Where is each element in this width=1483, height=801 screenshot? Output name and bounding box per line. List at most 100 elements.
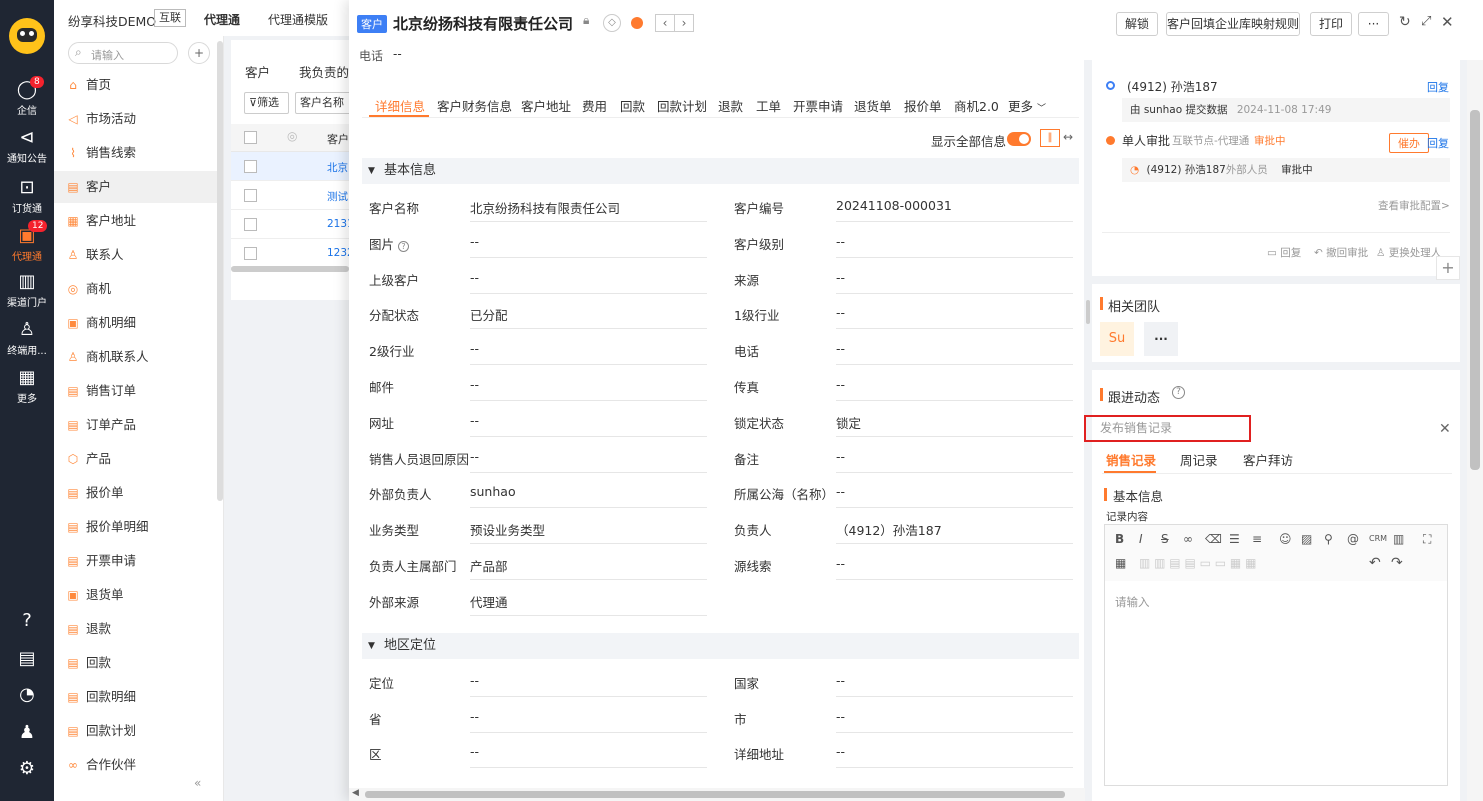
expand-width-icon[interactable]: ↔: [1063, 130, 1073, 144]
settings-icon[interactable]: ⚙: [0, 758, 54, 779]
ordered-list-icon[interactable]: ≡: [1252, 532, 1262, 546]
tab-item[interactable]: 开票申请: [793, 96, 843, 115]
app-logo[interactable]: [9, 18, 45, 54]
field-value[interactable]: --: [836, 673, 1073, 697]
nav-item[interactable]: ♙ 商机联系人: [54, 341, 220, 373]
mention-icon[interactable]: @: [1347, 532, 1359, 546]
collapse-icon[interactable]: «: [194, 776, 201, 790]
nav-item[interactable]: ▤ 报价单明细: [54, 511, 220, 543]
tab-item[interactable]: 回款: [620, 96, 645, 115]
header-tab-template[interactable]: 代理通模版: [268, 11, 328, 28]
field-value[interactable]: --: [836, 744, 1073, 768]
nav-item[interactable]: ▤ 开票申请: [54, 545, 220, 577]
field-value[interactable]: 20241108-000031: [836, 198, 1073, 222]
nav-item[interactable]: ▣ 商机明细: [54, 307, 220, 339]
filter-button[interactable]: ⊽筛选: [244, 92, 289, 114]
nav-search[interactable]: ⌕ 请输入: [68, 42, 178, 64]
h-scrollbar[interactable]: [231, 266, 349, 272]
print-button[interactable]: 打印: [1310, 12, 1352, 36]
lock-icon[interactable]: 🔒︎: [583, 13, 589, 28]
nav-item[interactable]: ◁ 市场活动: [54, 103, 220, 135]
book-icon[interactable]: ▤: [0, 648, 54, 669]
field-value[interactable]: --: [470, 413, 707, 437]
prev-button[interactable]: ‹: [655, 14, 675, 32]
show-all-toggle[interactable]: [1007, 132, 1031, 146]
field-value[interactable]: --: [836, 270, 1073, 294]
add-icon[interactable]: +: [188, 42, 210, 64]
row-checkbox[interactable]: [244, 189, 257, 202]
field-value[interactable]: --: [470, 744, 707, 768]
table-row[interactable]: 1232: [231, 239, 354, 268]
add-float-icon[interactable]: +: [1436, 256, 1460, 280]
tab-item[interactable]: 详细信息: [375, 96, 425, 115]
tab-item[interactable]: 更多 ﹀: [1008, 96, 1046, 115]
rail-item-order[interactable]: ⊡ 订货通: [0, 178, 54, 216]
nav-item[interactable]: ▣ 退货单: [54, 579, 220, 611]
team-more-button[interactable]: ···: [1144, 322, 1178, 356]
table-row[interactable]: 北京: [231, 152, 349, 181]
field-value[interactable]: --: [836, 709, 1073, 733]
field-value[interactable]: --: [470, 377, 707, 401]
link-icon[interactable]: ∞: [1183, 532, 1193, 546]
rail-item-qixin[interactable]: ◯ 企信 8: [0, 76, 54, 117]
nav-item[interactable]: ⌇ 销售线索: [54, 137, 220, 169]
tab-item[interactable]: 回款计划: [657, 96, 707, 115]
field-value[interactable]: --: [836, 341, 1073, 366]
field-value[interactable]: --: [470, 341, 707, 366]
section-region[interactable]: ▼ 地区定位: [362, 633, 1079, 659]
close-compose-icon[interactable]: ✕: [1439, 421, 1451, 437]
tab-item[interactable]: 退货单: [854, 96, 892, 115]
field-value[interactable]: --: [836, 449, 1073, 473]
select-all-checkbox[interactable]: [244, 131, 257, 144]
image-icon[interactable]: ▨: [1301, 532, 1312, 546]
field-value[interactable]: 已分配: [470, 305, 707, 330]
action-withdraw[interactable]: ↶ 撤回审批: [1314, 245, 1368, 260]
field-value[interactable]: --: [470, 234, 707, 258]
field-value[interactable]: 代理通: [470, 592, 707, 616]
unlock-button[interactable]: 解锁: [1116, 12, 1158, 36]
help-circle-icon[interactable]: ?: [398, 240, 409, 252]
nav-item[interactable]: ⌂ 首页: [54, 69, 220, 101]
tab-item[interactable]: 费用: [582, 96, 607, 115]
row-checkbox[interactable]: [244, 160, 257, 173]
nav-item[interactable]: ▤ 销售订单: [54, 375, 220, 407]
bold-icon[interactable]: B: [1115, 532, 1124, 546]
list-tab-customer[interactable]: 客户: [245, 62, 270, 81]
tab-item[interactable]: 客户地址: [521, 96, 571, 115]
nav-item[interactable]: ▤ 客户: [54, 171, 220, 203]
field-value[interactable]: --: [836, 234, 1073, 258]
nav-item[interactable]: ⬡ 产品: [54, 443, 220, 475]
column-layout-icon[interactable]: ‖: [1040, 129, 1060, 147]
nav-item[interactable]: ▤ 退款: [54, 613, 220, 645]
urge-button[interactable]: 催办: [1389, 133, 1429, 153]
tab-item[interactable]: 报价单: [904, 96, 942, 115]
column-select[interactable]: 客户名称: [295, 92, 355, 114]
follow-tab[interactable]: 销售记录: [1106, 450, 1156, 469]
rail-item-more[interactable]: ▦ 更多: [0, 368, 54, 406]
close-icon[interactable]: ✕: [1441, 13, 1454, 31]
italic-icon[interactable]: I: [1139, 532, 1143, 546]
nav-item[interactable]: ▤ 订单产品: [54, 409, 220, 441]
tab-item[interactable]: 客户财务信息: [437, 96, 512, 115]
rail-item-agent[interactable]: ▣ 代理通 12: [0, 220, 54, 263]
table-icon[interactable]: ▦: [1115, 556, 1126, 570]
field-value[interactable]: --: [470, 270, 707, 294]
table-row[interactable]: 测试: [231, 181, 349, 210]
maximize-icon[interactable]: ⤢: [1421, 14, 1431, 29]
crm-icon[interactable]: CRM: [1369, 534, 1387, 543]
follow-tab[interactable]: 周记录: [1180, 450, 1218, 469]
field-value[interactable]: 预设业务类型: [470, 520, 707, 545]
field-value[interactable]: --: [470, 449, 707, 473]
emoji-icon[interactable]: ☺: [1279, 532, 1292, 546]
nav-item[interactable]: ▤ 回款明细: [54, 681, 220, 713]
rail-item-notice[interactable]: ⊲ 通知公告: [0, 128, 54, 166]
reply-link[interactable]: 回复: [1427, 79, 1449, 95]
table-row[interactable]: 2131: [231, 210, 354, 239]
reply-link-2[interactable]: 回复: [1427, 135, 1449, 151]
field-value[interactable]: 产品部: [470, 556, 707, 580]
refresh-icon[interactable]: ↻: [1399, 14, 1411, 30]
section-basic-info[interactable]: ▼ 基本信息: [362, 158, 1079, 184]
field-value[interactable]: 北京纷扬科技有限责任公司: [470, 198, 707, 222]
field-value[interactable]: 锁定: [836, 413, 1073, 437]
chart-icon[interactable]: ▥: [1393, 532, 1404, 546]
